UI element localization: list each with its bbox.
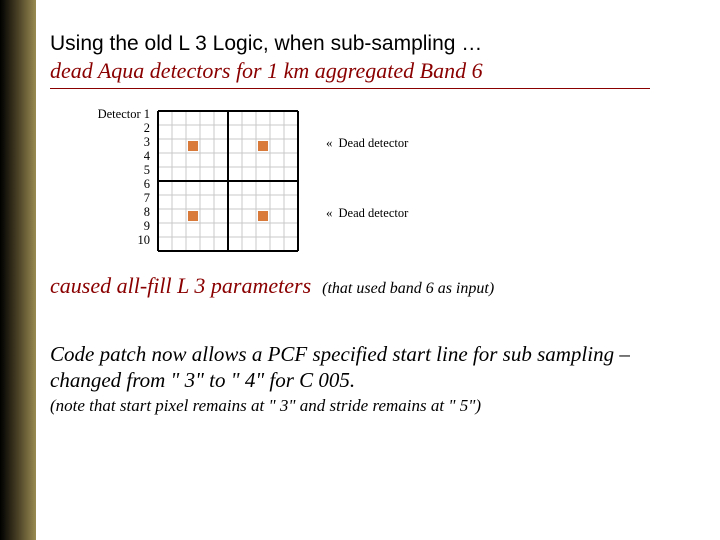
detector-label-2: 2	[50, 121, 150, 135]
detector-label-6: 6	[50, 177, 150, 191]
laquo-icon: «	[326, 205, 333, 220]
detector-label-4: 4	[50, 149, 150, 163]
dead-cell	[188, 141, 198, 151]
title-line-2: dead Aqua detectors for 1 km aggregated …	[50, 58, 650, 89]
accent-bar	[0, 0, 36, 540]
dead-cell	[258, 141, 268, 151]
dead-cell	[258, 211, 268, 221]
detector-label-5: 5	[50, 163, 150, 177]
caused-text: caused all-fill L 3 parameters (that use…	[50, 273, 690, 299]
dead-annotation-2: «Dead detector	[326, 205, 408, 221]
detector-label-9: 9	[50, 219, 150, 233]
detector-labels: Detector 1 2 3 4 5 6 7 8 9 10	[50, 107, 150, 247]
laquo-icon: «	[326, 135, 333, 150]
slide-content: Using the old L 3 Logic, when sub-sampli…	[50, 32, 690, 416]
dead-annotation-1: «Dead detector	[326, 135, 408, 151]
detector-label-3: 3	[50, 135, 150, 149]
caused-aside: (that used band 6 as input)	[322, 280, 494, 297]
detector-label-8: 8	[50, 205, 150, 219]
dead-cell	[188, 211, 198, 221]
detector-label-7: 7	[50, 191, 150, 205]
detector-label-1: Detector 1	[50, 107, 150, 121]
title-line-1: Using the old L 3 Logic, when sub-sampli…	[50, 32, 690, 56]
detector-label-10: 10	[50, 233, 150, 247]
patch-text: Code patch now allows a PCF specified st…	[50, 341, 670, 394]
diagram-area: Detector 1 2 3 4 5 6 7 8 9 10 «Dead dete…	[50, 107, 650, 267]
detector-grid	[156, 109, 300, 253]
note-text: (note that start pixel remains at " 3" a…	[50, 396, 690, 416]
